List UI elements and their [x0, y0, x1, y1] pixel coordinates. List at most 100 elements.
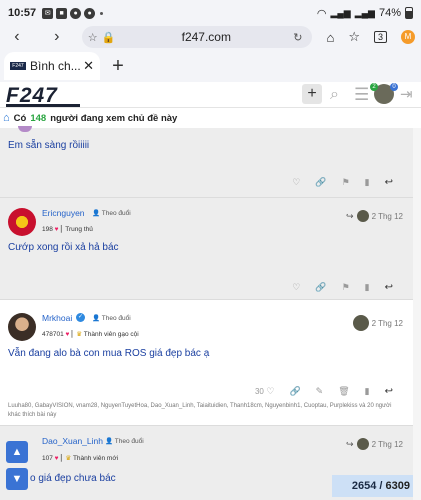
rank-icon: ♛ [76, 331, 83, 338]
reply-icon[interactable]: ↩ [385, 282, 393, 293]
bookmark-icon[interactable]: ▮ [365, 386, 370, 397]
post-2: Mrkhoai ✓ 👤 Theo đuổi 478701 ♥ ⎢ ♛ Thành… [0, 300, 413, 426]
follow-button[interactable]: 👤 Theo đuổi [92, 314, 131, 322]
message-badge: 0 [390, 83, 398, 91]
heart-icon: ♥ [65, 331, 70, 338]
status-time: 10:57 [8, 7, 37, 19]
like-icon[interactable]: ♡ [292, 282, 300, 293]
viewer-count: 148 [30, 112, 47, 124]
viewing-suffix: người đang xem chủ đề này [50, 112, 178, 124]
post-count: 478701 ♥ ⎢ ♛ Thành viên gạo cội [42, 331, 139, 338]
browser-tab[interactable]: F247 Bình ch... ✕ [4, 52, 100, 80]
notification-badge: 2 [370, 83, 378, 91]
notification-app-icon-4: ● [84, 7, 96, 19]
post-time: ↪ 2 Thg 12 [346, 210, 403, 222]
post-actions: ♡ 🔗 ⚑ ▮ ↩ [292, 282, 393, 293]
link-icon[interactable]: 🔗 [315, 282, 326, 293]
follow-button[interactable]: 👤 Theo đuổi [105, 437, 144, 445]
rank-label: Thành viên mới [72, 455, 119, 462]
scrollbar[interactable] [413, 128, 421, 500]
delete-icon[interactable]: 🗑 [338, 386, 349, 397]
follow-label: Theo đuổi [114, 438, 144, 445]
bookmarks-icon[interactable]: ☆ [348, 29, 360, 45]
bookmark-icon[interactable]: ▮ [365, 177, 370, 188]
back-icon[interactable]: ‹ [6, 26, 28, 48]
notification-app-icon-3: ● [70, 7, 82, 19]
follow-button[interactable]: 👤 Theo đuổi [92, 209, 131, 217]
tab-title: Bình ch... [30, 59, 81, 73]
post-count: 198 ♥ ⎢ Trung thủ [42, 226, 93, 233]
post-count-value: 198 [42, 226, 53, 233]
bookmark-icon[interactable]: ▮ [365, 282, 370, 293]
avatar[interactable] [8, 208, 36, 236]
reply-to-icon[interactable]: ↪ [346, 439, 354, 450]
follow-label: Theo đuổi [101, 210, 131, 217]
reply-icon[interactable]: ↩ [385, 386, 393, 397]
avatar[interactable] [8, 313, 36, 341]
reply-to-icon[interactable]: ↪ [346, 211, 354, 222]
post-count-value: 478701 [42, 331, 64, 338]
link-icon[interactable]: 🔗 [315, 177, 326, 188]
viewing-prefix: Có [13, 112, 27, 124]
reply-icon[interactable]: ↩ [385, 177, 393, 188]
time-label[interactable]: 2 Thg 12 [372, 440, 403, 449]
status-bar: 10:57 ✉ ■ ● ● ◠ ▂▄▆ ▂▄▆ 74% [0, 0, 421, 26]
time-label[interactable]: 2 Thg 12 [372, 319, 403, 328]
address-bar[interactable]: ☆ 🔒 f247.com ↻ [81, 26, 313, 48]
username[interactable]: Ericnguyen [42, 208, 85, 218]
battery-percent: 74% [378, 7, 401, 19]
home-icon[interactable]: ⌂ [3, 112, 10, 124]
post-1: Ericnguyen 👤 Theo đuổi 198 ♥ ⎢ Trung thủ… [0, 198, 413, 300]
reply-to-avatar[interactable] [356, 210, 369, 222]
avatar-partial [18, 126, 32, 132]
time-label[interactable]: 2 Thg 12 [372, 212, 403, 221]
like-control[interactable]: 30 ♡ [255, 386, 274, 397]
browser-menu-icon[interactable]: M [401, 30, 415, 44]
scroll-up-button[interactable]: ▲ [6, 441, 28, 463]
lock-icon: 🔒 [101, 31, 116, 44]
signal-icon: ▂▄▆ [330, 7, 351, 18]
bookmark-star-icon[interactable]: ☆ [88, 31, 98, 44]
link-icon[interactable]: 🔗 [289, 386, 300, 397]
verified-icon: ✓ [76, 313, 85, 322]
signal-icon-2: ▂▄▆ [354, 7, 375, 18]
post-time: ↪ 2 Thg 12 [346, 438, 403, 450]
viewing-bar: ⌂ Có 148 người đang xem chủ đề này [0, 108, 421, 128]
hamburger-menu-icon[interactable]: ☰ [354, 85, 369, 105]
search-icon[interactable]: ⌕ [330, 86, 339, 104]
topic-progress[interactable]: 2654 / 6309 [332, 475, 416, 497]
reload-icon[interactable]: ↻ [293, 31, 302, 44]
new-tab-button[interactable]: + [106, 56, 130, 78]
progress-current: 2654 [351, 480, 377, 492]
post-body: Em sẵn sàng rồiiiii [8, 140, 90, 151]
tab-strip: F247 Bình ch... ✕ + [0, 48, 421, 82]
flag-icon[interactable]: ⚑ [342, 282, 350, 293]
logout-icon[interactable]: ⇥ [400, 85, 413, 103]
username[interactable]: Mrkhoai [42, 313, 72, 323]
username[interactable]: Dao_Xuan_Linh [42, 436, 103, 446]
post-actions: 30 ♡ 🔗 ✎ 🗑 ▮ ↩ [255, 386, 393, 397]
home-icon[interactable]: ⌂ [326, 30, 334, 45]
rank-icon: ♛ [65, 455, 72, 462]
tab-count[interactable]: 3 [373, 31, 387, 43]
browser-toolbar: ‹ › ☆ 🔒 f247.com ↻ ⌂ ☆ 3 M [0, 26, 421, 48]
rank-label: Trung thủ [65, 226, 93, 233]
reply-to-avatar[interactable] [356, 438, 369, 450]
logo-underline [6, 104, 80, 107]
url-text[interactable]: f247.com [119, 30, 293, 44]
close-tab-icon[interactable]: ✕ [83, 58, 94, 74]
heart-icon: ♥ [54, 226, 59, 233]
edit-icon[interactable]: ✎ [316, 386, 324, 397]
liked-by-text[interactable]: Luuha80, GabayVISION, vnam28, NguyenTuye… [8, 402, 403, 420]
flag-icon[interactable]: ⚑ [342, 177, 350, 188]
forward-icon[interactable]: › [46, 26, 68, 48]
like-icon[interactable]: ♡ [292, 177, 300, 188]
post-actions: ♡ 🔗 ⚑ ▮ ↩ [292, 177, 393, 188]
scroll-down-button[interactable]: ▼ [6, 468, 28, 490]
create-topic-button[interactable]: + [302, 84, 322, 104]
wifi-icon: ◠ [316, 7, 327, 20]
rank-label: Thành viên gạo cội [83, 331, 139, 338]
post-body: o giá đẹp chưa bác [30, 473, 116, 484]
reply-to-avatar[interactable] [352, 315, 369, 331]
notification-app-icon-2: ■ [56, 7, 68, 19]
